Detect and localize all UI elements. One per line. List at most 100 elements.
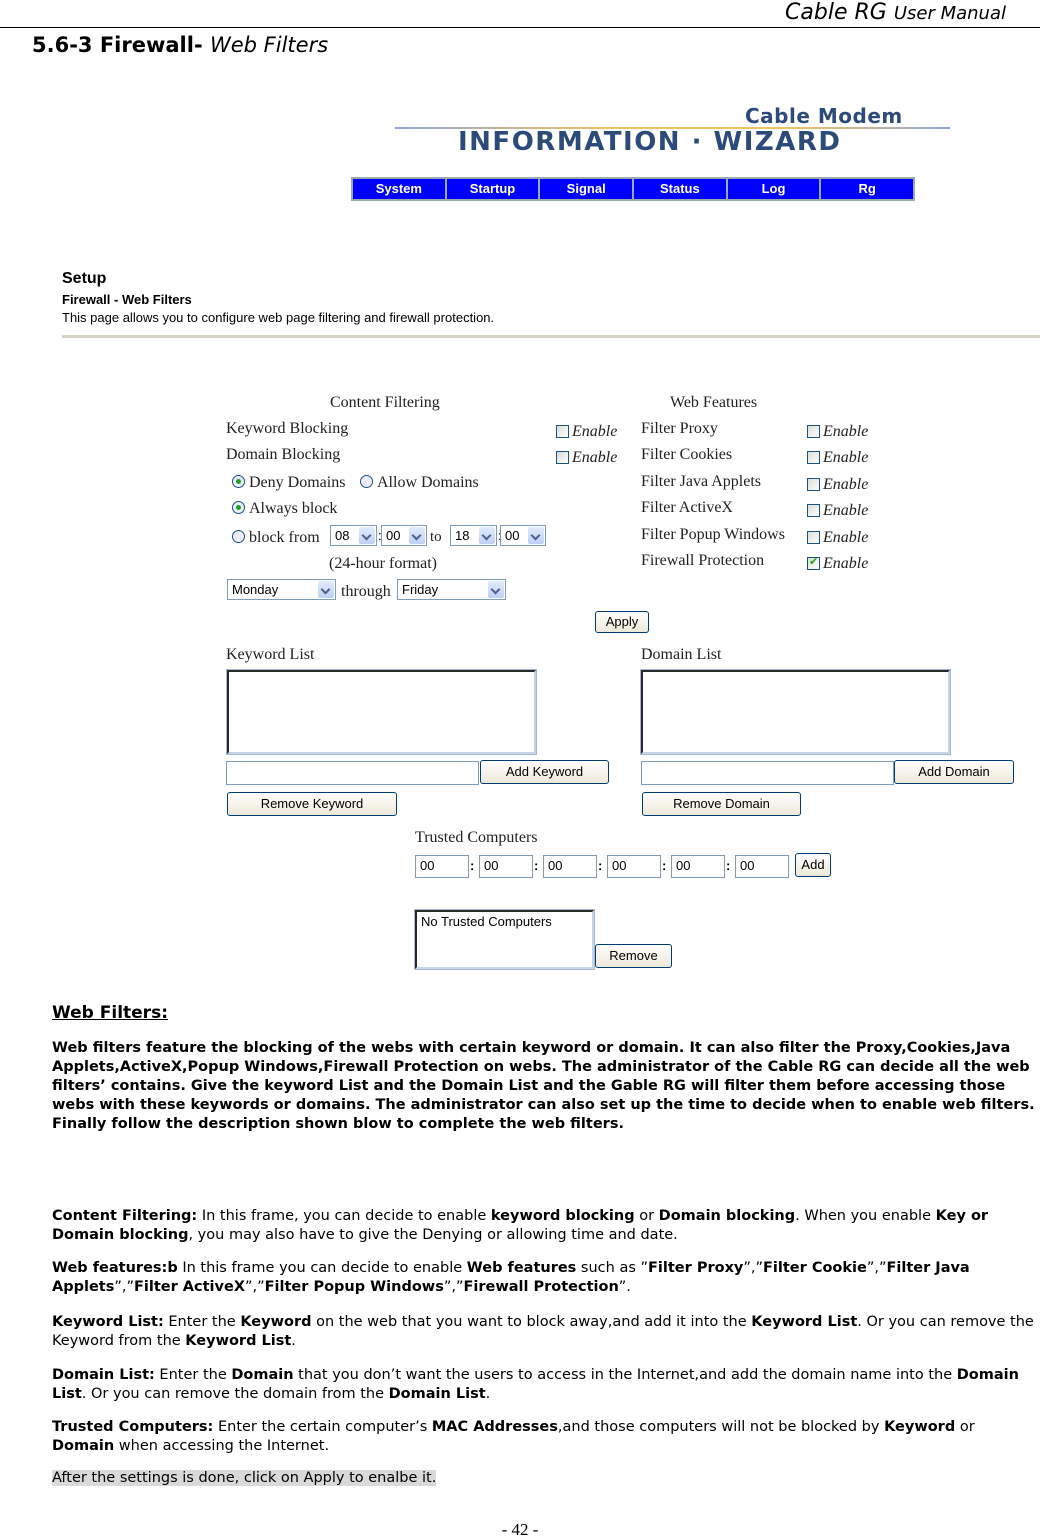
mac-octet-3-input[interactable]: 00 <box>543 855 597 878</box>
firewall-protection-enable[interactable]: Enable <box>807 553 868 573</box>
text: . <box>291 1333 296 1349</box>
through-label: through <box>341 583 391 600</box>
trusted-computers-list[interactable]: No Trusted Computers <box>414 909 595 970</box>
term: Web features <box>466 1260 577 1276</box>
filter-proxy-enable[interactable]: Enable <box>807 421 868 441</box>
term: Firewall Protection <box>463 1279 619 1295</box>
from-minute-value: 00 <box>386 528 401 543</box>
from-minute-select[interactable]: 00 <box>381 525 427 546</box>
block-from-radio[interactable] <box>232 530 245 543</box>
filter-java-applets-checkbox[interactable] <box>807 478 820 491</box>
filter-cookies-enable[interactable]: Enable <box>807 447 868 467</box>
term: Domain <box>52 1438 115 1454</box>
nav-status[interactable]: Status <box>634 179 726 199</box>
allow-domains-label: Allow Domains <box>377 474 479 491</box>
keyword-blocking-checkbox[interactable] <box>556 425 569 438</box>
allow-domains-option[interactable]: Allow Domains <box>360 474 479 492</box>
mac-octet-2-input[interactable]: 00 <box>479 855 533 878</box>
firewall-protection-checkbox[interactable] <box>807 555 820 570</box>
from-hour-value: 08 <box>335 528 350 543</box>
page-number: - 42 - <box>501 1520 539 1539</box>
mac-separator: : <box>662 858 667 873</box>
to-minute-value: 00 <box>505 528 520 543</box>
mac-separator: : <box>598 858 603 873</box>
web-features-title: Web Features <box>670 394 758 411</box>
day-from-value: Monday <box>232 582 279 597</box>
mac-octet-6-input[interactable]: 00 <box>735 855 789 878</box>
filter-activex-label: Filter ActiveX <box>641 499 733 516</box>
apply-button[interactable]: Apply <box>595 611 649 633</box>
term: Filter ActiveX <box>134 1279 245 1295</box>
web-filters-heading: Web Filters: <box>52 1003 168 1023</box>
nav-log[interactable]: Log <box>727 179 820 199</box>
header-rule <box>0 27 1040 28</box>
term: keyword blocking <box>490 1208 635 1224</box>
nav-system[interactable]: System <box>353 179 445 199</box>
to-label: to <box>430 529 442 545</box>
keyword-list-box[interactable] <box>226 669 537 755</box>
web-filters-intro: Web filters feature the blocking of the … <box>52 1040 1035 1132</box>
domain-input[interactable] <box>641 761 894 785</box>
block-from-label: block from <box>249 529 320 546</box>
add-trusted-button[interactable]: Add <box>795 853 831 877</box>
text: . <box>485 1386 491 1402</box>
text: In this frame you can decide to enable <box>177 1260 467 1276</box>
to-hour-select[interactable]: 18 <box>450 525 497 546</box>
remove-domain-button[interactable]: Remove Domain <box>642 792 801 816</box>
deny-domains-option[interactable]: Deny Domains <box>232 474 345 492</box>
web-features-paragraph: Web features:b In this frame you can dec… <box>52 1259 1038 1297</box>
filter-java-applets-label: Filter Java Applets <box>641 473 761 490</box>
filter-activex-enable[interactable]: Enable <box>807 500 868 520</box>
filter-activex-checkbox[interactable] <box>807 504 820 517</box>
filter-popup-windows-checkbox[interactable] <box>807 531 820 544</box>
mac-octet-4-input[interactable]: 00 <box>607 855 661 878</box>
doc-title-sub: User Manual <box>893 3 1006 24</box>
always-block-radio[interactable] <box>232 501 245 514</box>
to-minute-select[interactable]: 00 <box>500 525 546 546</box>
mac-octet-5-input[interactable]: 00 <box>671 855 725 878</box>
section-number: 5.6-3 Firewall- <box>32 33 203 57</box>
text: ”. <box>618 1279 631 1295</box>
filter-java-applets-enable[interactable]: Enable <box>807 474 868 494</box>
domain-blocking-checkbox[interactable] <box>556 451 569 464</box>
chevron-down-icon <box>488 581 504 598</box>
trusted-list-item[interactable]: No Trusted Computers <box>421 914 588 929</box>
always-block-option[interactable]: Always block <box>232 500 337 518</box>
mac-octet-1-input[interactable]: 00 <box>415 855 469 878</box>
add-domain-button[interactable]: Add Domain <box>894 760 1014 784</box>
doc-title-main: Cable RG <box>785 0 887 25</box>
add-keyword-button[interactable]: Add Keyword <box>480 760 609 784</box>
term: Filter Popup Windows <box>264 1279 444 1295</box>
text: . Or you can remove the domain from the <box>81 1386 389 1402</box>
final-note-text: After the settings is done, click on App… <box>52 1470 437 1486</box>
domain-blocking-label: Domain Blocking <box>226 446 341 463</box>
keyword-blocking-enable[interactable]: Enable <box>556 421 617 441</box>
setup-heading: Setup <box>62 270 107 287</box>
text: when accessing the Internet. <box>114 1438 330 1454</box>
nav-signal[interactable]: Signal <box>540 179 633 199</box>
setup-divider <box>62 335 1040 338</box>
nav-startup[interactable]: Startup <box>446 179 539 199</box>
deny-domains-radio[interactable] <box>232 475 245 488</box>
day-to-value: Friday <box>402 582 439 597</box>
block-from-option[interactable]: block from <box>232 529 320 547</box>
filter-popup-windows-enable[interactable]: Enable <box>807 527 868 547</box>
text: Enter the <box>154 1367 232 1383</box>
remove-trusted-button[interactable]: Remove <box>595 944 672 968</box>
day-to-select[interactable]: Friday <box>397 579 506 600</box>
filter-proxy-checkbox[interactable] <box>807 425 820 438</box>
domain-list-box[interactable] <box>640 669 951 755</box>
filter-cookies-checkbox[interactable] <box>807 451 820 464</box>
domain-blocking-enable[interactable]: Enable <box>556 447 617 467</box>
allow-domains-radio[interactable] <box>360 475 373 488</box>
term: Keyword List <box>751 1314 858 1330</box>
mac-separator: : <box>726 858 731 873</box>
to-hour-value: 18 <box>455 528 470 543</box>
day-from-select[interactable]: Monday <box>227 579 336 600</box>
term: Keyword <box>884 1419 956 1435</box>
domain-list-title: Domain List <box>641 646 722 663</box>
remove-keyword-button[interactable]: Remove Keyword <box>227 792 397 816</box>
from-hour-select[interactable]: 08 <box>330 525 377 546</box>
nav-rg[interactable]: Rg <box>821 179 914 199</box>
keyword-input[interactable] <box>226 761 479 785</box>
